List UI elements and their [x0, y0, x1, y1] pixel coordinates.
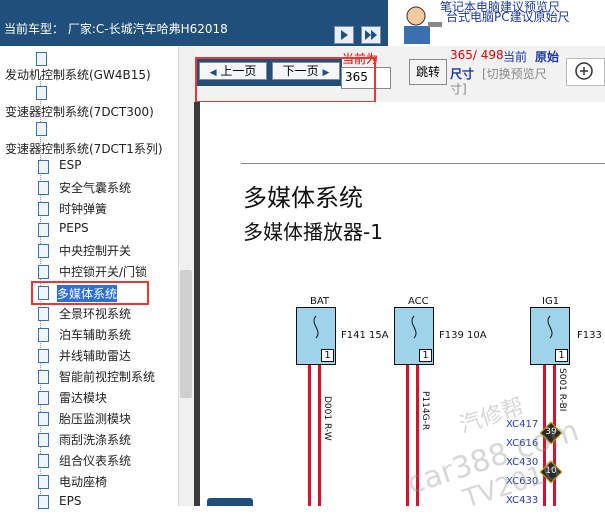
document-icon [38, 307, 49, 321]
fuse-pin-number: 1 [419, 349, 432, 362]
arrow-right-icon [341, 30, 348, 40]
document-icon [38, 181, 49, 195]
supply-label: ACC [408, 296, 429, 307]
tree-item[interactable]: 安全气囊系统 [59, 179, 131, 196]
toggle-preview-size-link-tail[interactable]: 寸] [450, 80, 467, 97]
document-icon [38, 475, 49, 489]
supply-label: IG1 [542, 296, 560, 307]
original-size-label: 原始 [535, 50, 560, 64]
selection-highlight-box [31, 281, 149, 305]
tree-item[interactable]: 胎压监测模块 [59, 410, 131, 427]
document-icon [36, 52, 47, 66]
document-icon [38, 433, 49, 447]
document-icon [38, 412, 49, 426]
toggle-preview-size-link[interactable]: [切换预览尺 [482, 65, 547, 82]
document-icon [38, 244, 49, 258]
tree-item[interactable]: 雷达模块 [59, 389, 107, 406]
fuse-rating: F139 10A [439, 330, 487, 341]
tree-item[interactable]: 发动机控制系统(GW4B15) [5, 66, 151, 83]
tree-item[interactable]: 时钟弹簧 [59, 200, 107, 217]
document-icon [38, 495, 49, 509]
fuse-pin-number: 1 [321, 349, 334, 362]
wire-label: P114G-R [420, 391, 430, 431]
vehicle-label: 当前车型： 厂家:C-长城汽车哈弗H62018 [4, 22, 228, 36]
jump-button[interactable]: 跳转 [409, 59, 447, 85]
document-icon [38, 370, 49, 384]
document-icon [38, 160, 49, 174]
wire [318, 365, 321, 506]
tree-item[interactable]: 中央控制开关 [59, 242, 131, 259]
document-icon [38, 391, 49, 405]
tree-item[interactable]: PEPS [59, 221, 89, 235]
wire-label: S001 R-BI [557, 368, 567, 412]
fuse-rating: F141 15A [341, 330, 389, 341]
document-icon [38, 265, 49, 279]
bottom-tab[interactable] [207, 498, 253, 506]
wire-label: D001 R-W [322, 396, 332, 441]
document-icon [38, 349, 49, 363]
tree-item[interactable]: 全景环视系统 [59, 305, 131, 322]
page-count: 365/ 498 [450, 48, 504, 62]
current-size-label: 当前 [503, 50, 528, 64]
document-icon [38, 223, 49, 237]
expand-button[interactable] [361, 26, 381, 44]
fuse-pin-number: 1 [555, 349, 568, 362]
tree-item[interactable]: 电动座椅 [59, 473, 107, 490]
fuse-rating: F133 1 [577, 330, 605, 341]
zoom-in-button[interactable] [566, 58, 605, 86]
supply-label: BAT [310, 296, 330, 307]
document-icon [36, 122, 47, 136]
document-icon [38, 202, 49, 216]
zoom-in-icon [575, 62, 593, 80]
double-arrow-icon [365, 30, 377, 40]
tree-scrollbar-thumb[interactable] [180, 270, 192, 398]
tree-item[interactable]: 变速器控制系统(7DCT1系列) [5, 140, 163, 157]
tree-item[interactable]: 智能前视控制系统 [59, 368, 155, 385]
tree-item[interactable]: 组合仪表系统 [59, 452, 131, 469]
mechanic-mascot-icon [404, 6, 442, 44]
diagram-subtitle: 多媒体播放器-1 [243, 220, 383, 244]
header-rule [241, 163, 605, 164]
tree-item[interactable]: ESP [59, 158, 81, 172]
collapse-button[interactable] [334, 26, 354, 44]
tree-item[interactable]: 变速器控制系统(7DCT300) [5, 103, 154, 120]
document-icon [38, 454, 49, 468]
tree-item[interactable]: 并线辅助雷达 [59, 347, 131, 364]
tree-item[interactable]: 雨刮洗涤系统 [59, 431, 131, 448]
wire [308, 365, 311, 506]
tree-item[interactable]: 中控锁开关/门锁 [59, 263, 147, 280]
document-icon [36, 86, 47, 100]
nav-highlight-box [195, 57, 376, 103]
diagram-title: 多媒体系统 [243, 184, 363, 212]
tree-item[interactable]: 泊车辅助系统 [59, 326, 131, 343]
promo-text-desktop: 台式电脑PC建议原始尺 [446, 10, 570, 24]
document-icon [38, 328, 49, 342]
